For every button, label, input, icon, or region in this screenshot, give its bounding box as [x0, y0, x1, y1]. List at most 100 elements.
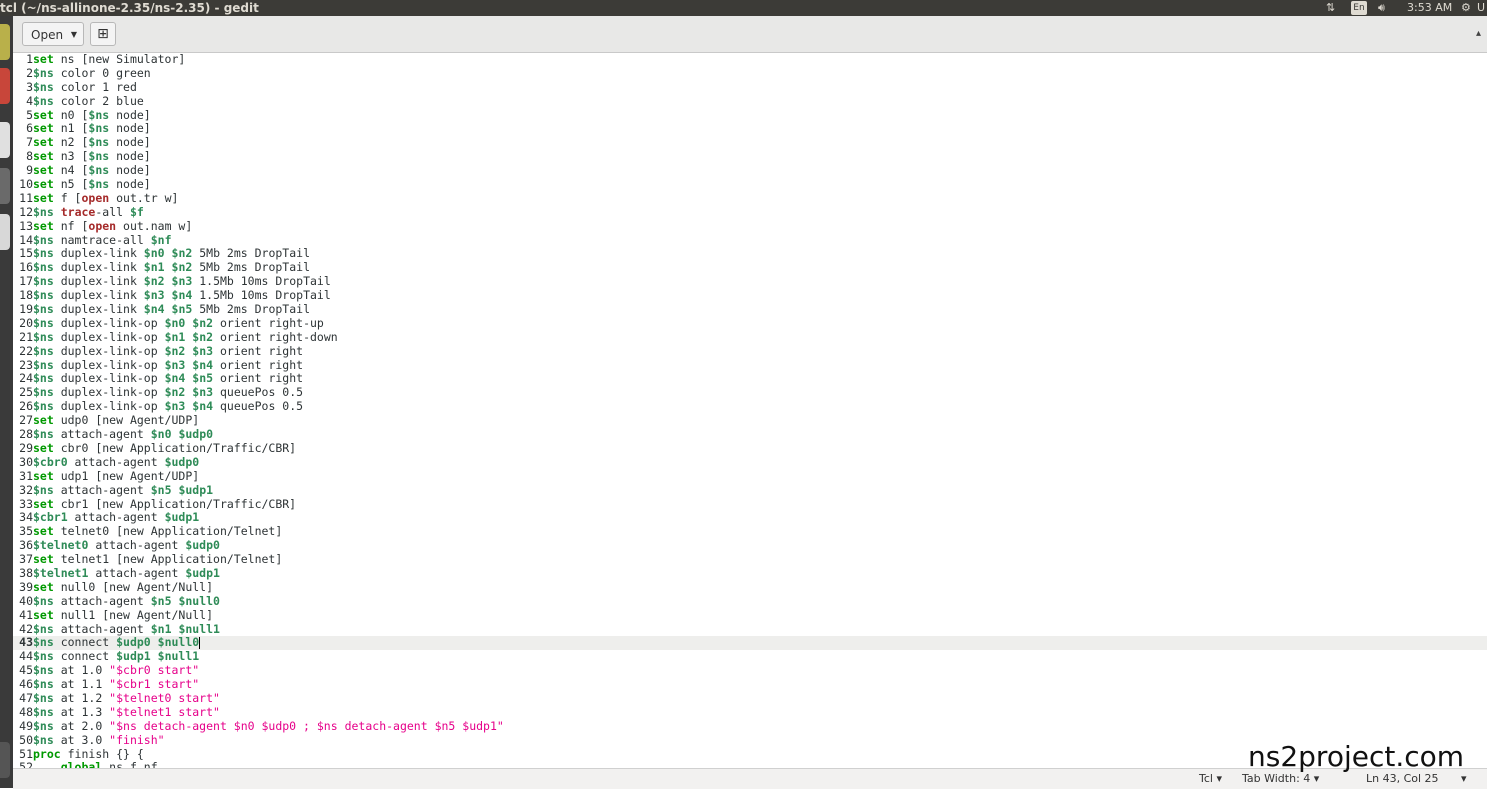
- code-line[interactable]: 31set udp1 [new Agent/UDP]: [13, 469, 1487, 484]
- code-line[interactable]: 35set telnet0 [new Application/Telnet]: [13, 524, 1487, 539]
- tab-width-selector[interactable]: Tab Width: 4 ▾: [1242, 772, 1319, 785]
- launcher-item-3[interactable]: [0, 122, 10, 158]
- code-line[interactable]: 27set udp0 [new Agent/UDP]: [13, 413, 1487, 428]
- code-line[interactable]: 38$telnet1 attach-agent $udp1: [13, 565, 1487, 581]
- code-line[interactable]: 23$ns duplex-link-op $n3 $n4 orient righ…: [13, 358, 1487, 373]
- code-line[interactable]: 20$ns duplex-link-op $n0 $n2 orient righ…: [13, 315, 1487, 331]
- code-line[interactable]: 45$ns at 1.0 "$cbr0 start": [13, 663, 1487, 678]
- code-token: out.nam w]: [116, 218, 193, 233]
- code-line[interactable]: 46$ns at 1.1 "$cbr1 start": [13, 677, 1487, 692]
- code-line[interactable]: 13set nf [open out.nam w]: [13, 218, 1487, 234]
- code-line[interactable]: 29set cbr0 [new Application/Traffic/CBR]: [13, 441, 1487, 456]
- launcher-item-4[interactable]: [0, 168, 10, 204]
- line-number: 52: [19, 760, 33, 768]
- code-line[interactable]: 14$ns namtrace-all $nf: [13, 232, 1487, 248]
- code-line[interactable]: 9set n4 [$ns node]: [13, 163, 1487, 178]
- code-token: $telnet1: [33, 565, 89, 580]
- code-line[interactable]: 48$ns at 1.3 "$telnet1 start": [13, 704, 1487, 720]
- code-line[interactable]: 8set n3 [$ns node]: [13, 149, 1487, 164]
- code-line[interactable]: 21$ns duplex-link-op $n1 $n2 orient righ…: [13, 329, 1487, 345]
- code-token: 5Mb 2ms DropTail: [192, 246, 310, 261]
- code-line[interactable]: 5set n0 [$ns node]: [13, 107, 1487, 123]
- code-token: "$cbr1 start": [109, 677, 200, 692]
- open-button[interactable]: Open ▼: [22, 22, 84, 46]
- code-token: set: [33, 107, 54, 122]
- user-indicator[interactable]: U: [1477, 0, 1485, 16]
- scroll-up-icon[interactable]: ▴: [1476, 28, 1481, 39]
- code-line[interactable]: 19$ns duplex-link $n4 $n5 5Mb 2ms DropTa…: [13, 302, 1487, 317]
- code-line[interactable]: 33set cbr1 [new Application/Traffic/CBR]: [13, 497, 1487, 512]
- code-line[interactable]: 6set n1 [$ns node]: [13, 122, 1487, 136]
- keyboard-layout-indicator[interactable]: En: [1351, 1, 1367, 15]
- code-line[interactable]: 43$ns connect $udp0 $null0: [13, 635, 1487, 651]
- code-line[interactable]: 7set n2 [$ns node]: [13, 135, 1487, 150]
- code-line[interactable]: 3$ns color 1 red: [13, 79, 1487, 95]
- code-token: $n4: [192, 399, 214, 414]
- code-token: $ns: [33, 732, 54, 747]
- code-line[interactable]: 25$ns duplex-link-op $n2 $n3 queuePos 0.…: [13, 385, 1487, 400]
- code-token: $ns: [33, 718, 54, 733]
- code-line[interactable]: 28$ns attach-agent $n0 $udp0: [13, 427, 1487, 442]
- line-number: 26: [19, 399, 33, 414]
- clock[interactable]: 3:53 AM: [1407, 0, 1452, 16]
- launcher-item-2[interactable]: [0, 68, 10, 104]
- code-token: set: [33, 190, 54, 205]
- code-line[interactable]: 17$ns duplex-link $n2 $n3 1.5Mb 10ms Dro…: [13, 274, 1487, 289]
- code-token: $udp0: [185, 538, 220, 553]
- gear-icon[interactable]: ⚙: [1461, 0, 1471, 16]
- code-line[interactable]: 24$ns duplex-link-op $n4 $n5 orient righ…: [13, 372, 1487, 386]
- code-token: orient right-up: [213, 315, 324, 330]
- line-number: 8: [26, 149, 33, 164]
- language-selector[interactable]: Tcl ▾: [1199, 772, 1222, 785]
- code-line[interactable]: 26$ns duplex-link-op $n3 $n4 queuePos 0.…: [13, 399, 1487, 414]
- code-line[interactable]: 10set n5 [$ns node]: [13, 177, 1487, 192]
- new-document-button[interactable]: ⊞: [90, 22, 116, 46]
- code-line[interactable]: 41set null1 [new Agent/Null]: [13, 608, 1487, 623]
- code-line[interactable]: 12$ns trace-all $f: [13, 205, 1487, 220]
- code-line[interactable]: 34$cbr1 attach-agent $udp1: [13, 510, 1487, 525]
- code-line[interactable]: 18$ns duplex-link $n3 $n4 1.5Mb 10ms Dro…: [13, 288, 1487, 303]
- code-line[interactable]: 2$ns color 0 green: [13, 66, 1487, 81]
- line-number: 18: [19, 288, 33, 303]
- code-token: $nf: [150, 232, 172, 247]
- code-line[interactable]: 44$ns connect $udp1 $null1: [13, 649, 1487, 664]
- line-number: 32: [19, 482, 33, 497]
- code-token: node]: [109, 177, 151, 192]
- volume-icon[interactable]: 🔊︎: [1378, 0, 1385, 16]
- code-token: finish {} {: [60, 746, 144, 761]
- code-line[interactable]: 40$ns attach-agent $n5 $null0: [13, 594, 1487, 609]
- code-line[interactable]: 39set null0 [new Agent/Null]: [13, 579, 1487, 595]
- status-menu-chevron-icon[interactable]: ▾: [1461, 772, 1467, 785]
- code-token: set: [33, 413, 54, 428]
- launcher-item-5[interactable]: [0, 214, 10, 250]
- line-number: 48: [19, 704, 33, 719]
- line-number: 39: [19, 579, 33, 594]
- code-token: n2 [: [53, 135, 89, 150]
- code-token: duplex-link: [53, 288, 144, 303]
- code-token: $ns: [88, 135, 110, 150]
- code-line[interactable]: 11set f [open out.tr w]: [13, 190, 1487, 206]
- code-line[interactable]: 49$ns at 2.0 "$ns detach-agent $n0 $udp0…: [13, 718, 1487, 734]
- code-line[interactable]: 22$ns duplex-link-op $n2 $n3 orient righ…: [13, 344, 1487, 359]
- code-line[interactable]: 32$ns attach-agent $n5 $udp1: [13, 482, 1487, 498]
- code-token: $n2: [192, 329, 214, 344]
- launcher-item-1[interactable]: [0, 24, 10, 60]
- code-line[interactable]: 30$cbr0 attach-agent $udp0: [13, 455, 1487, 470]
- code-line[interactable]: 37set telnet1 [new Application/Telnet]: [13, 552, 1487, 567]
- code-token: attach-agent: [53, 621, 151, 636]
- code-line[interactable]: 47$ns at 1.2 "$telnet0 start": [13, 691, 1487, 706]
- code-line[interactable]: 16$ns duplex-link $n1 $n2 5Mb 2ms DropTa…: [13, 260, 1487, 275]
- code-editor[interactable]: 1set ns [new Simulator] 2$ns color 0 gree…: [13, 53, 1487, 768]
- launcher-item-trash[interactable]: [0, 742, 10, 778]
- code-line[interactable]: 4$ns color 2 blue: [13, 94, 1487, 109]
- code-line[interactable]: 36$telnet0 attach-agent $udp0: [13, 538, 1487, 553]
- code-line[interactable]: 1set ns [new Simulator]: [13, 53, 1487, 67]
- network-icon[interactable]: ⇅: [1326, 0, 1335, 16]
- code-token: telnet0 [new Application/Telnet]: [53, 524, 283, 539]
- code-token: connect: [53, 635, 117, 650]
- code-token: set: [33, 135, 54, 150]
- code-line[interactable]: 15$ns duplex-link $n0 $n2 5Mb 2ms DropTa…: [13, 247, 1487, 261]
- code-token: $ns: [33, 79, 54, 94]
- code-line[interactable]: 42$ns attach-agent $n1 $null1: [13, 621, 1487, 637]
